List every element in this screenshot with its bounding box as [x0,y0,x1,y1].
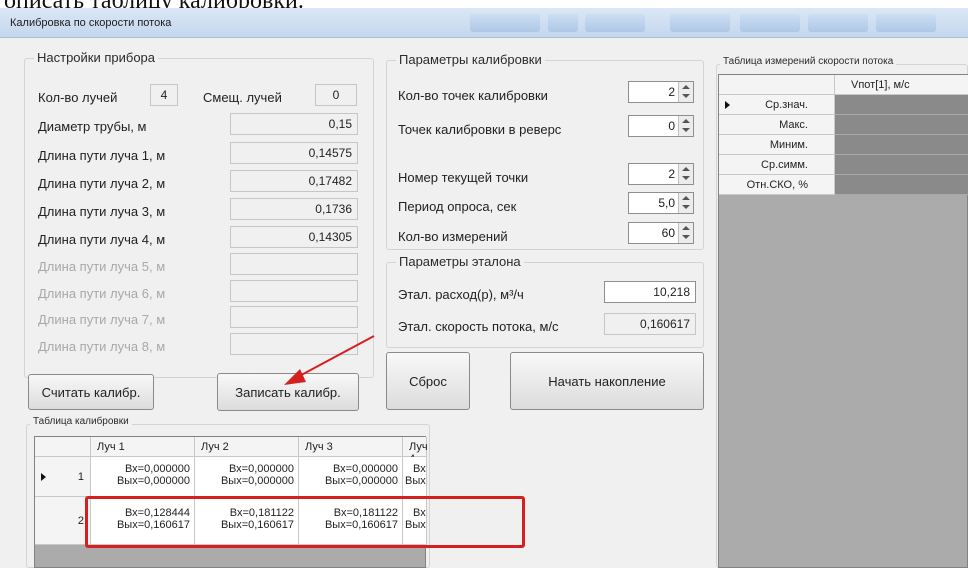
poll-period-label: Период опроса, сек [398,199,517,214]
row-header[interactable]: Миним. [719,135,835,155]
table-cell[interactable]: Вх=0,000000Вых=0,000000 [195,457,299,497]
poll-period-value: 5,0 [658,196,675,210]
spin-arrows-icon[interactable] [678,116,693,136]
row-header[interactable]: Ср.знач. [719,95,835,115]
beam7-length-label: Длина пути луча 7, м [38,312,166,327]
row-header[interactable]: Ср.симм. [719,155,835,175]
measurements-count-label: Кол-во измерений [398,229,508,244]
spin-arrows-icon[interactable] [678,164,693,184]
table-cell[interactable] [835,115,968,135]
column-header[interactable]: Vпот[1], м/с [835,75,968,95]
table-cell[interactable] [835,95,968,115]
spin-arrows-icon[interactable] [678,223,693,243]
beam6-length-field [230,280,358,302]
read-calibration-button[interactable]: Считать калибр. [28,374,154,410]
row-header[interactable]: 1 [35,457,91,497]
window-titlebar: Калибровка по скорости потока [0,8,968,38]
poll-period-stepper[interactable]: 5,0 [628,192,694,214]
reverse-points-stepper[interactable]: 0 [628,115,694,137]
current-point-value: 2 [668,167,675,181]
reference-speed-label: Этал. скорость потока, м/с [398,319,559,334]
beam-offset-label: Смещ. лучей [203,90,282,105]
taskbar-tab [876,14,936,32]
table-cell[interactable]: Вх=0,000000Вых=0,000000 [91,457,195,497]
pipe-diameter-label: Диаметр трубы, м [38,119,147,134]
calibration-table-title: Таблица калибровки [30,416,132,427]
beam3-length-label: Длина пути луча 3, м [38,204,166,219]
beam1-length-label: Длина пути луча 1, м [38,148,166,163]
beam6-length-label: Длина пути луча 6, м [38,286,166,301]
reference-params-group [386,262,704,348]
column-header[interactable]: Луч 2 [195,437,299,457]
calibration-points-label: Кол-во точек калибровки [398,88,548,103]
annotation-arrow-icon [284,335,375,385]
current-row-indicator-icon [725,101,730,109]
measurement-table-title: Таблица измерений скорости потока [720,56,897,67]
beam-offset-field[interactable]: 0 [315,84,357,106]
beam7-length-field [230,306,358,328]
beam8-length-label: Длина пути луча 8, м [38,339,166,354]
calibration-points-stepper[interactable]: 2 [628,81,694,103]
spin-arrows-icon[interactable] [678,193,693,213]
measurements-count-value: 60 [661,226,675,240]
table-cell[interactable]: Вх=0,000000Вых=0,000000 [299,457,403,497]
corner-header-cell [719,75,835,95]
reverse-points-value: 0 [668,119,675,133]
current-point-label: Номер текущей точки [398,170,529,185]
current-point-stepper[interactable]: 2 [628,163,694,185]
reference-flow-label: Этал. расход(р), м³/ч [398,287,524,302]
beam5-length-field [230,253,358,275]
calibration-points-value: 2 [668,85,675,99]
beam4-length-label: Длина пути луча 4, м [38,232,166,247]
reference-flow-field[interactable]: 10,218 [604,281,696,303]
column-header[interactable]: Луч 3 [299,437,403,457]
beam2-length-label: Длина пути луча 2, м [38,176,166,191]
spin-arrows-icon[interactable] [678,82,693,102]
taskbar-tab [740,14,800,32]
beam1-length-field[interactable]: 0,14575 [230,142,358,164]
reverse-points-label: Точек калибровки в реверс [398,122,562,137]
table-cell[interactable] [835,175,968,195]
reference-params-title: Параметры эталона [396,254,524,269]
beam-count-field[interactable]: 4 [150,84,178,106]
column-header[interactable]: Луч 4 [403,437,428,465]
window-title: Калибровка по скорости потока [10,17,172,29]
row-header[interactable]: 2 [35,497,91,545]
beam2-length-field[interactable]: 0,17482 [230,170,358,192]
device-settings-title: Настройки прибора [34,50,159,65]
start-accumulation-button[interactable]: Начать накопление [510,352,704,410]
beam4-length-field[interactable]: 0,14305 [230,226,358,248]
calibration-window: Калибровка по скорости потока Настройки … [0,8,968,568]
column-header[interactable]: Луч 1 [91,437,195,457]
taskbar-tab [548,14,578,32]
measurement-grid: Vпот[1], м/с Ср.знач. Макс. Миним. Ср.си… [718,74,968,568]
pipe-diameter-field[interactable]: 0,15 [230,113,358,135]
highlight-box [85,496,525,548]
calibration-params-title: Параметры калибровки [396,52,545,67]
current-row-indicator-icon [41,473,46,481]
reference-speed-field: 0,160617 [604,313,696,335]
taskbar-tab [585,14,645,32]
table-cell[interactable] [835,135,968,155]
taskbar-tab [670,14,730,32]
corner-header-cell [35,437,91,457]
row-header[interactable]: Отн.СКО, % [719,175,835,195]
row-header[interactable]: Макс. [719,115,835,135]
taskbar-tab [470,14,540,32]
table-cell[interactable] [835,155,968,175]
table-cell[interactable]: Вх=0,000000Вых=0,000000 [403,457,427,497]
beam-count-label: Кол-во лучей [38,90,118,105]
beam3-length-field[interactable]: 0,1736 [230,198,358,220]
reset-button[interactable]: Сброс [386,352,470,410]
taskbar-tab [808,14,868,32]
beam5-length-label: Длина пути луча 5, м [38,259,166,274]
measurements-count-stepper[interactable]: 60 [628,222,694,244]
